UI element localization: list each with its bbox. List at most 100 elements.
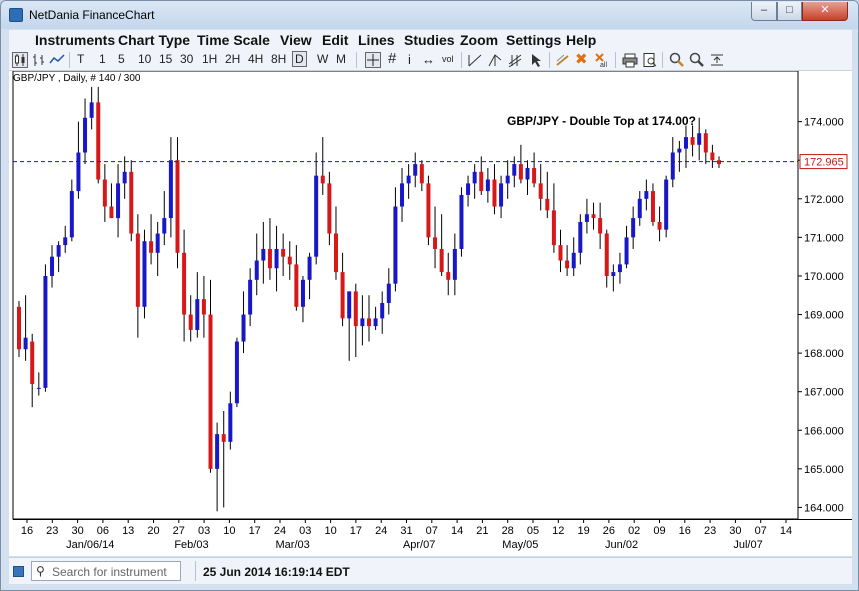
price-chart[interactable]: GBP/JPY , Daily, # 140 / 300 164.000 165.0… [9,70,852,556]
candle[interactable] [479,171,484,192]
trendline-icon[interactable] [467,52,483,68]
interval-t[interactable]: T [77,52,84,66]
volume-icon[interactable]: vol [442,54,454,64]
candle[interactable] [221,434,226,442]
candle[interactable] [426,183,431,238]
menu-zoom[interactable]: Zoom [460,32,498,48]
interval-m[interactable]: M [336,52,346,66]
candle[interactable] [433,237,438,249]
candle[interactable] [89,102,94,118]
draw-icon[interactable] [555,52,571,68]
candle[interactable] [109,206,114,219]
candle[interactable] [611,272,616,276]
candle[interactable] [565,260,570,269]
candle[interactable] [664,179,669,230]
candle[interactable] [36,387,41,389]
candle[interactable] [307,256,312,280]
candle[interactable] [63,237,68,246]
candle[interactable] [459,194,464,249]
candle[interactable] [367,318,371,327]
menu-view[interactable]: View [280,32,312,48]
candle[interactable] [314,175,319,257]
candle[interactable] [472,171,477,184]
candle[interactable] [571,252,576,269]
candle[interactable] [400,183,405,207]
candle[interactable] [677,148,682,153]
fit-icon[interactable] [709,52,725,68]
candle[interactable] [142,241,147,307]
close-button[interactable]: ✕ [802,2,848,21]
plot-area[interactable] [12,70,799,520]
candle[interactable] [267,248,272,269]
candle[interactable] [532,167,537,184]
menu-chart-type[interactable]: Chart Type [118,32,190,48]
delete-all-icon[interactable]: all [594,52,610,68]
candle[interactable] [69,191,74,238]
cursor-icon[interactable] [529,52,545,68]
candle[interactable] [703,133,708,153]
menu-settings[interactable]: Settings [506,32,561,48]
candle[interactable] [380,302,385,319]
candle[interactable] [333,233,338,273]
interval-1[interactable]: 1 [99,52,106,66]
candle[interactable] [254,260,259,280]
candle[interactable] [485,179,490,192]
candle[interactable] [155,233,160,253]
candle[interactable] [248,279,253,315]
candle[interactable] [340,272,345,319]
crosshair-icon[interactable] [365,52,381,68]
chart-area[interactable]: GBP/JPY , Daily, # 140 / 300 164.000 165.0… [9,70,852,556]
candle[interactable] [466,183,471,195]
candle[interactable] [300,279,305,307]
candle[interactable] [175,160,180,253]
bar-chart-icon[interactable] [31,52,47,68]
candle[interactable] [215,434,220,469]
candle[interactable] [327,183,332,234]
candle[interactable] [353,291,358,327]
candle[interactable] [518,164,523,180]
candle[interactable] [96,102,101,180]
candle[interactable] [683,137,688,149]
candle[interactable] [274,248,279,269]
menu-time-scale[interactable]: Time Scale [197,32,270,48]
candle[interactable] [617,264,622,273]
menu-help[interactable]: Help [566,32,596,48]
interval-15[interactable]: 15 [159,52,172,66]
menu-instruments[interactable]: Instruments [35,32,115,48]
channel-icon[interactable] [507,52,523,68]
candle[interactable] [182,252,187,315]
interval-1h[interactable]: 1H [202,52,217,66]
minimize-button[interactable]: – [751,2,777,21]
candle[interactable] [347,291,352,319]
candle[interactable] [287,256,292,265]
candle[interactable] [419,164,424,184]
zoom-out-icon[interactable] [689,52,705,68]
candle[interactable] [644,191,649,199]
print-icon[interactable] [622,52,638,68]
candle[interactable] [393,206,398,284]
candle[interactable] [717,160,721,165]
candle[interactable] [261,248,266,261]
candlestick-icon[interactable] [12,52,28,68]
candle[interactable] [631,218,636,238]
line-chart-icon[interactable] [49,52,65,68]
interval-d[interactable]: D [292,51,307,67]
interval-30[interactable]: 30 [180,52,193,66]
candle[interactable] [386,283,391,303]
zoom-in-icon[interactable] [669,52,685,68]
interval-8h[interactable]: 8H [271,52,286,66]
interval-5[interactable]: 5 [118,52,125,66]
candle[interactable] [50,256,55,276]
candle[interactable] [604,233,609,276]
candle[interactable] [234,341,239,404]
candle[interactable] [624,237,629,265]
candle[interactable] [697,133,702,145]
grid-icon[interactable]: # [388,50,396,67]
menu-lines[interactable]: Lines [358,32,395,48]
candle[interactable] [452,248,457,280]
search-box[interactable]: ⚲ [31,561,181,581]
candle[interactable] [551,210,556,246]
candle[interactable] [188,314,193,330]
candle[interactable] [294,264,299,307]
candle[interactable] [76,152,81,192]
